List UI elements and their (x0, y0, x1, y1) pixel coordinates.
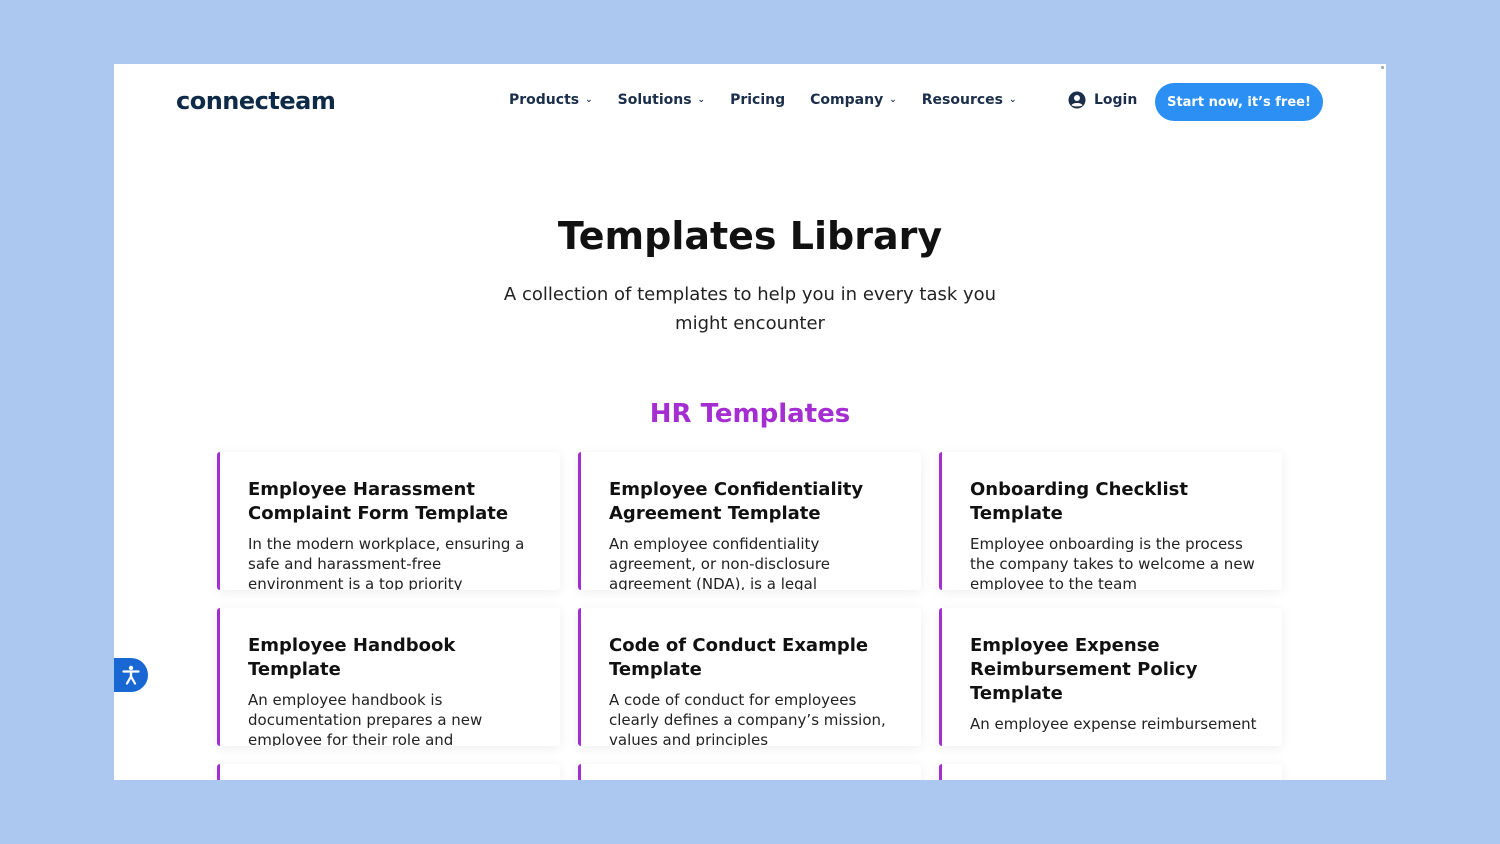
card-description: An employee confidentiality agreement, o… (609, 535, 830, 590)
chevron-down-icon: ⌄ (1008, 95, 1017, 105)
card-description: An employee handbook is documentation pr… (248, 691, 483, 746)
card-title: Employee Harassment Complaint Form Templ… (248, 479, 509, 524)
nav-label: Pricing (730, 92, 786, 108)
nav-label: Products (509, 92, 580, 108)
nav-label: Solutions (617, 92, 692, 108)
card-description: Employee onboarding is the process the c… (970, 535, 1255, 590)
login-link[interactable]: Login (1068, 91, 1137, 109)
template-card[interactable]: Employee Expense Reimbursement Policy Te… (939, 608, 1282, 746)
nav-company[interactable]: Company ⌄ (810, 92, 897, 108)
template-card[interactable]: Employee Harassment Complaint Form Templ… (217, 452, 560, 590)
chevron-down-icon: ⌄ (889, 95, 897, 105)
nav-products[interactable]: Products ⌄ (509, 92, 593, 108)
browser-page: connecteam Products ⌄ Solutions ⌄ Pricin… (114, 64, 1386, 780)
user-circle-icon (1068, 91, 1086, 109)
nav-label: Resources (921, 92, 1003, 108)
page-title: Templates Library (557, 214, 943, 258)
template-card[interactable]: Code of Conduct Example Template A code … (578, 608, 921, 746)
nav-solutions[interactable]: Solutions ⌄ (618, 92, 705, 108)
nav-pricing[interactable]: Pricing (730, 92, 785, 108)
accessibility-button[interactable] (114, 658, 148, 692)
card-title: Onboarding Checklist Template (970, 479, 1188, 524)
template-card[interactable]: Employee Confidentiality Agreement Templ… (578, 452, 921, 590)
chevron-down-icon: ⌄ (585, 95, 593, 105)
accessibility-icon (122, 665, 140, 685)
template-card[interactable] (939, 764, 1282, 780)
corner-dot (1381, 66, 1384, 69)
nav-resources[interactable]: Resources ⌄ (922, 92, 1017, 108)
card-description: A code of conduct for employees clearly … (609, 691, 886, 746)
login-label: Login (1094, 92, 1138, 108)
card-description: An employee expense reimbursement (970, 715, 1257, 733)
template-card[interactable]: Onboarding Checklist Template Employee o… (939, 452, 1282, 590)
card-description: In the modern workplace, ensuring a safe… (248, 535, 525, 590)
start-free-button[interactable]: Start now, it’s free! (1155, 83, 1323, 121)
card-title: Employee Expense Reimbursement Policy Te… (970, 635, 1198, 704)
page-subtitle: A collection of templates to help you in… (503, 284, 997, 334)
section-title: HR Templates (649, 399, 851, 429)
template-card[interactable] (578, 764, 921, 780)
main-nav: Products ⌄ Solutions ⌄ Pricing Company ⌄… (509, 92, 1042, 108)
card-title: Code of Conduct Example Template (609, 635, 869, 680)
template-card[interactable] (217, 764, 560, 780)
nav-label: Company (810, 92, 884, 108)
chevron-down-icon: ⌄ (697, 95, 706, 105)
card-title: Employee Handbook Template (248, 635, 456, 680)
card-title: Employee Confidentiality Agreement Templ… (609, 479, 864, 524)
template-card[interactable]: Employee Handbook Template An employee h… (217, 608, 560, 746)
logo[interactable]: connecteam (176, 87, 336, 115)
